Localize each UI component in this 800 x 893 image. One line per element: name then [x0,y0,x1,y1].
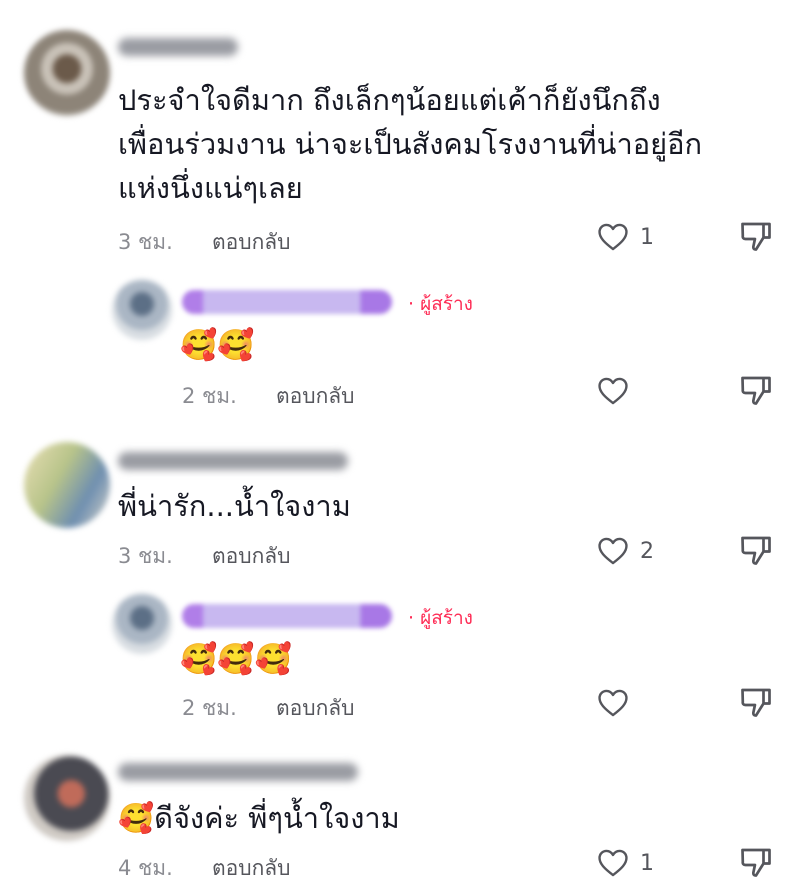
commenter-name-redacted[interactable] [118,452,348,470]
heart-outline-icon [598,849,628,877]
comment-text-line: พี่น่ารัก...น้ำใจงาม [118,489,351,523]
commenter-name-redacted[interactable] [118,763,358,781]
comment-timestamp: 3 ชม. [118,230,173,254]
commenter-avatar[interactable] [24,30,110,116]
like-button[interactable]: 2 [596,534,654,568]
creator-avatar[interactable] [112,280,172,340]
like-count: 1 [640,850,654,876]
reply-button[interactable]: ตอบกลับ [276,692,355,725]
like-button[interactable] [596,686,630,720]
reply-emoji: 🥰🥰 [180,328,255,363]
comment-text-line: 🥰ดีจังค่ะ พี่ๆน้ำใจงาม [118,801,400,835]
comment-text-line: แห่งนึ่งแน่ๆเลย [118,171,303,205]
creator-name-redacted[interactable] [182,604,392,628]
comment-timestamp: 3 ชม. [118,544,173,568]
like-count: 1 [640,224,654,250]
heart-outline-icon [598,223,628,251]
heart-outline-icon [598,537,628,565]
heart-outline-icon [598,377,628,405]
like-count: 2 [640,538,654,564]
thumbs-down-icon[interactable] [738,844,774,880]
reply-button[interactable]: ตอบกลับ [276,380,355,413]
heart-outline-icon [598,689,628,717]
comment-text-line: เพื่อนร่วมงาน น่าจะเป็นสังคมโรงงานที่น่า… [118,127,703,161]
thumbs-down-icon[interactable] [738,372,774,408]
comment-timestamp: 4 ชม. [118,856,173,880]
reply-timestamp: 2 ชม. [182,696,237,720]
like-button[interactable]: 1 [596,220,654,254]
reply-button[interactable]: ตอบกลับ [212,852,291,885]
commenter-name-redacted[interactable] [118,38,238,56]
comment-text-line: ประจำใจดีมาก ถึงเล็กๆน้อยแต่เค้าก็ยังนึก… [118,83,661,117]
commenter-avatar[interactable] [24,442,110,528]
reply-button[interactable]: ตอบกลับ [212,226,291,259]
thumbs-down-icon[interactable] [738,218,774,254]
reply-button[interactable]: ตอบกลับ [212,540,291,573]
creator-name-redacted[interactable] [182,290,392,314]
reply-emoji: 🥰🥰🥰 [180,642,293,677]
creator-badge: · ผู้สร้าง [408,293,473,315]
creator-badge: · ผู้สร้าง [408,607,473,629]
thumbs-down-icon[interactable] [738,684,774,720]
creator-avatar[interactable] [112,594,172,654]
like-button[interactable]: 1 [596,846,654,880]
thumbs-down-icon[interactable] [738,532,774,568]
like-button[interactable] [596,374,630,408]
reply-timestamp: 2 ชม. [182,384,237,408]
commenter-avatar[interactable] [24,755,110,841]
